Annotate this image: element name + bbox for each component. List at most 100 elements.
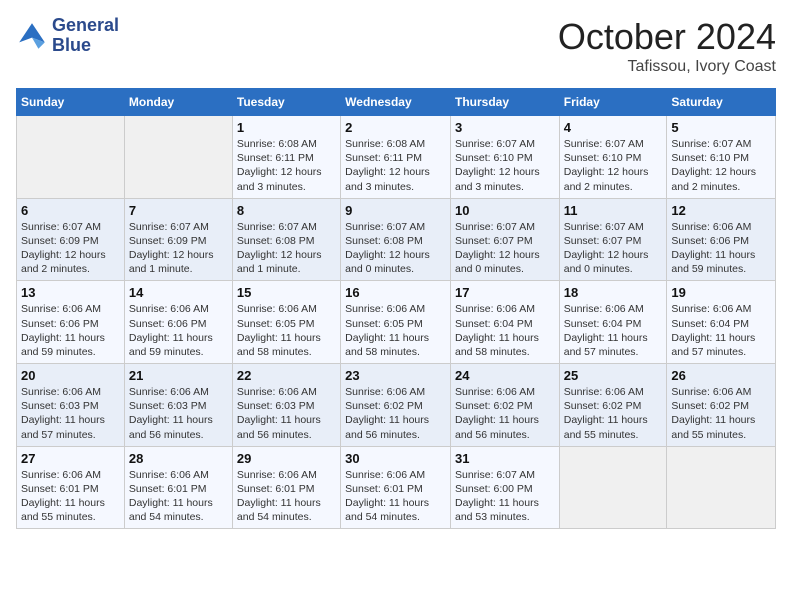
day-number: 11 (564, 203, 663, 218)
calendar-cell: 8 Sunrise: 6:07 AM Sunset: 6:08 PM Daylig… (232, 198, 340, 281)
calendar-cell: 3Sunrise: 6:07 AM Sunset: 6:10 PM Daylig… (450, 116, 559, 199)
calendar-cell: 31Sunrise: 6:07 AM Sunset: 6:00 PM Dayli… (450, 446, 559, 529)
logo-icon (16, 20, 48, 52)
calendar-week-row: 1 Sunrise: 6:08 AM Sunset: 6:11 PM Daylig… (17, 116, 776, 199)
day-info: Sunrise: 6:07 AM Sunset: 6:10 PM Dayligh… (671, 137, 771, 194)
calendar-cell: 7 Sunrise: 6:07 AM Sunset: 6:09 PM Daylig… (124, 198, 232, 281)
day-info: Sunrise: 6:06 AM Sunset: 6:06 PM Dayligh… (129, 302, 228, 359)
day-number: 7 (129, 203, 228, 218)
day-number: 28 (129, 451, 228, 466)
day-info: Sunrise: 6:06 AM Sunset: 6:03 PM Dayligh… (129, 385, 228, 442)
day-number: 16 (345, 285, 446, 300)
day-info: Sunrise: 6:06 AM Sunset: 6:02 PM Dayligh… (671, 385, 771, 442)
calendar-cell: 29 Sunrise: 6:06 AM Sunset: 6:01 PM Dayli… (232, 446, 340, 529)
calendar-cell (667, 446, 776, 529)
weekday-header: Thursday (450, 89, 559, 116)
day-number: 12 (671, 203, 771, 218)
calendar-cell: 17 Sunrise: 6:06 AM Sunset: 6:04 PM Dayli… (450, 281, 559, 364)
day-info: Sunrise: 6:07 AM Sunset: 6:07 PM Dayligh… (455, 220, 555, 277)
calendar-cell (17, 116, 125, 199)
day-info: Sunrise: 6:06 AM Sunset: 6:03 PM Dayligh… (21, 385, 120, 442)
calendar-week-row: 6Sunrise: 6:07 AM Sunset: 6:09 PM Daylig… (17, 198, 776, 281)
day-info: Sunrise: 6:07 AM Sunset: 6:08 PM Dayligh… (345, 220, 446, 277)
calendar-cell: 22Sunrise: 6:06 AM Sunset: 6:03 PM Dayli… (232, 364, 340, 447)
day-number: 3 (455, 120, 555, 135)
calendar-cell: 14Sunrise: 6:06 AM Sunset: 6:06 PM Dayli… (124, 281, 232, 364)
logo: General Blue (16, 16, 119, 56)
calendar-cell: 10 Sunrise: 6:07 AM Sunset: 6:07 PM Dayli… (450, 198, 559, 281)
day-info: Sunrise: 6:06 AM Sunset: 6:05 PM Dayligh… (237, 302, 336, 359)
weekday-header: Saturday (667, 89, 776, 116)
calendar-cell: 18 Sunrise: 6:06 AM Sunset: 6:04 PM Dayli… (559, 281, 667, 364)
day-info: Sunrise: 6:06 AM Sunset: 6:02 PM Dayligh… (345, 385, 446, 442)
day-info: Sunrise: 6:07 AM Sunset: 6:09 PM Dayligh… (21, 220, 120, 277)
day-number: 27 (21, 451, 120, 466)
day-number: 25 (564, 368, 663, 383)
page-header: General Blue October 2024 Tafissou, Ivor… (16, 16, 776, 76)
day-info: Sunrise: 6:06 AM Sunset: 6:04 PM Dayligh… (671, 302, 771, 359)
day-info: Sunrise: 6:08 AM Sunset: 6:11 PM Dayligh… (345, 137, 446, 194)
day-number: 20 (21, 368, 120, 383)
calendar-cell: 11Sunrise: 6:07 AM Sunset: 6:07 PM Dayli… (559, 198, 667, 281)
day-info: Sunrise: 6:07 AM Sunset: 6:09 PM Dayligh… (129, 220, 228, 277)
month-title: October 2024 (558, 16, 776, 58)
calendar-cell: 26 Sunrise: 6:06 AM Sunset: 6:02 PM Dayli… (667, 364, 776, 447)
calendar-cell: 4 Sunrise: 6:07 AM Sunset: 6:10 PM Daylig… (559, 116, 667, 199)
day-number: 18 (564, 285, 663, 300)
day-info: Sunrise: 6:06 AM Sunset: 6:06 PM Dayligh… (671, 220, 771, 277)
day-number: 8 (237, 203, 336, 218)
day-info: Sunrise: 6:06 AM Sunset: 6:04 PM Dayligh… (564, 302, 663, 359)
calendar-week-row: 27 Sunrise: 6:06 AM Sunset: 6:01 PM Dayli… (17, 446, 776, 529)
weekday-header-row: SundayMondayTuesdayWednesdayThursdayFrid… (17, 89, 776, 116)
calendar-cell: 12 Sunrise: 6:06 AM Sunset: 6:06 PM Dayli… (667, 198, 776, 281)
calendar-cell: 9 Sunrise: 6:07 AM Sunset: 6:08 PM Daylig… (341, 198, 451, 281)
calendar-cell: 2 Sunrise: 6:08 AM Sunset: 6:11 PM Daylig… (341, 116, 451, 199)
logo-text: General Blue (52, 16, 119, 56)
calendar-cell: 6Sunrise: 6:07 AM Sunset: 6:09 PM Daylig… (17, 198, 125, 281)
day-number: 17 (455, 285, 555, 300)
day-info: Sunrise: 6:06 AM Sunset: 6:05 PM Dayligh… (345, 302, 446, 359)
calendar-cell: 25 Sunrise: 6:06 AM Sunset: 6:02 PM Dayli… (559, 364, 667, 447)
calendar-cell: 1 Sunrise: 6:08 AM Sunset: 6:11 PM Daylig… (232, 116, 340, 199)
calendar-cell (559, 446, 667, 529)
calendar-cell: 13 Sunrise: 6:06 AM Sunset: 6:06 PM Dayli… (17, 281, 125, 364)
weekday-header: Tuesday (232, 89, 340, 116)
day-number: 13 (21, 285, 120, 300)
day-info: Sunrise: 6:06 AM Sunset: 6:01 PM Dayligh… (345, 468, 446, 525)
calendar-cell: 28 Sunrise: 6:06 AM Sunset: 6:01 PM Dayli… (124, 446, 232, 529)
calendar-cell: 21Sunrise: 6:06 AM Sunset: 6:03 PM Dayli… (124, 364, 232, 447)
day-number: 10 (455, 203, 555, 218)
day-info: Sunrise: 6:06 AM Sunset: 6:02 PM Dayligh… (564, 385, 663, 442)
day-info: Sunrise: 6:06 AM Sunset: 6:06 PM Dayligh… (21, 302, 120, 359)
calendar-week-row: 13 Sunrise: 6:06 AM Sunset: 6:06 PM Dayli… (17, 281, 776, 364)
weekday-header: Friday (559, 89, 667, 116)
calendar-cell: 16 Sunrise: 6:06 AM Sunset: 6:05 PM Dayli… (341, 281, 451, 364)
calendar-table: SundayMondayTuesdayWednesdayThursdayFrid… (16, 88, 776, 529)
day-info: Sunrise: 6:07 AM Sunset: 6:10 PM Dayligh… (564, 137, 663, 194)
day-info: Sunrise: 6:06 AM Sunset: 6:01 PM Dayligh… (237, 468, 336, 525)
day-number: 15 (237, 285, 336, 300)
calendar-cell (124, 116, 232, 199)
day-info: Sunrise: 6:06 AM Sunset: 6:01 PM Dayligh… (129, 468, 228, 525)
day-number: 23 (345, 368, 446, 383)
weekday-header: Sunday (17, 89, 125, 116)
day-number: 2 (345, 120, 446, 135)
day-number: 4 (564, 120, 663, 135)
calendar-cell: 23 Sunrise: 6:06 AM Sunset: 6:02 PM Dayli… (341, 364, 451, 447)
weekday-header: Wednesday (341, 89, 451, 116)
day-info: Sunrise: 6:07 AM Sunset: 6:08 PM Dayligh… (237, 220, 336, 277)
day-info: Sunrise: 6:06 AM Sunset: 6:04 PM Dayligh… (455, 302, 555, 359)
day-number: 9 (345, 203, 446, 218)
calendar-cell: 30Sunrise: 6:06 AM Sunset: 6:01 PM Dayli… (341, 446, 451, 529)
calendar-cell: 19Sunrise: 6:06 AM Sunset: 6:04 PM Dayli… (667, 281, 776, 364)
day-number: 1 (237, 120, 336, 135)
calendar-cell: 5 Sunrise: 6:07 AM Sunset: 6:10 PM Daylig… (667, 116, 776, 199)
day-number: 29 (237, 451, 336, 466)
day-number: 5 (671, 120, 771, 135)
calendar-week-row: 20 Sunrise: 6:06 AM Sunset: 6:03 PM Dayli… (17, 364, 776, 447)
day-info: Sunrise: 6:08 AM Sunset: 6:11 PM Dayligh… (237, 137, 336, 194)
day-number: 22 (237, 368, 336, 383)
day-number: 26 (671, 368, 771, 383)
weekday-header: Monday (124, 89, 232, 116)
calendar-cell: 24Sunrise: 6:06 AM Sunset: 6:02 PM Dayli… (450, 364, 559, 447)
